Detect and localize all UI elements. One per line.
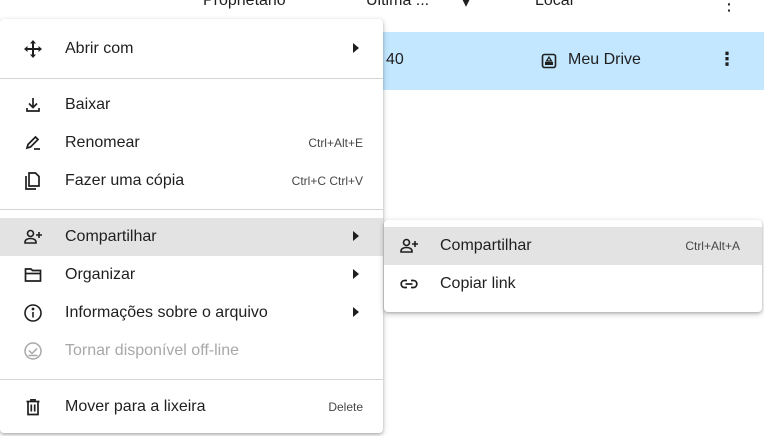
menu-item-label: Tornar disponível off-line [65,342,240,359]
folder-icon [23,265,43,285]
menu-item-organize[interactable]: Organizar [0,256,383,294]
menu-item-label: Organizar [65,266,136,283]
menu-item-rename[interactable]: Renomear Ctrl+Alt+E [0,124,383,162]
person-add-icon [23,227,43,247]
menu-item-download[interactable]: Baixar [0,86,383,124]
info-icon [23,303,43,323]
shortcut-label: Ctrl+Alt+A [685,239,740,253]
submenu-item-copy-link[interactable]: Copiar link [384,265,762,303]
menu-item-label: Mover para a lixeira [65,398,206,415]
row-location: Meu Drive [568,51,641,68]
menu-item-make-offline: Tornar disponível off-line [0,332,383,370]
submenu-item-share[interactable]: Compartilhar Ctrl+Alt+A [384,227,762,265]
shortcut-label: Delete [328,400,363,414]
shortcut-label: Ctrl+C Ctrl+V [291,174,363,188]
menu-item-file-info[interactable]: Informações sobre o arquivo [0,294,383,332]
menu-item-make-copy[interactable]: Fazer uma cópia Ctrl+C Ctrl+V [0,162,383,200]
submenu-arrow-icon [353,307,359,317]
column-owner[interactable]: Proprietário [203,0,286,10]
drive-icon [541,53,557,69]
menu-item-open-with[interactable]: Abrir com [0,30,383,68]
menu-item-label: Abrir com [65,40,134,57]
submenu-arrow-icon [353,43,359,53]
menu-divider [0,209,383,210]
edit-icon [23,133,43,153]
offline-icon [23,341,43,361]
person-add-icon [399,236,419,256]
submenu-arrow-icon [353,269,359,279]
submenu-item-label: Copiar link [440,275,516,292]
menu-item-share[interactable]: Compartilhar [0,218,383,256]
download-icon [23,95,43,115]
menu-divider [0,379,383,380]
menu-item-label: Renomear [65,134,140,151]
shortcut-label: Ctrl+Alt+E [308,136,363,150]
move-arrows-icon [23,39,43,59]
trash-icon [23,397,43,417]
link-icon [399,274,419,294]
menu-item-label: Compartilhar [65,228,157,245]
copy-icon [23,171,43,191]
menu-item-label: Informações sobre o arquivo [65,304,268,321]
column-location[interactable]: Local [535,0,573,10]
menu-item-move-to-trash[interactable]: Mover para a lixeira Delete [0,388,383,426]
submenu-arrow-icon [353,231,359,241]
row-more-icon[interactable]: ⋮ [718,49,736,70]
menu-item-label: Fazer uma cópia [65,172,185,189]
header-more-icon[interactable]: ⋮ [720,0,738,15]
column-last-modified[interactable]: Última ... [366,0,429,10]
menu-item-label: Baixar [65,96,111,113]
menu-divider [0,78,383,79]
row-modified-time: 40 [386,51,404,68]
context-menu: Abrir com Baixar Renomear Ctrl+Alt+E Faz… [0,19,383,433]
submenu-item-label: Compartilhar [440,237,532,254]
sort-arrow-icon[interactable]: ▾ [462,0,470,12]
share-submenu: Compartilhar Ctrl+Alt+A Copiar link [384,220,762,312]
